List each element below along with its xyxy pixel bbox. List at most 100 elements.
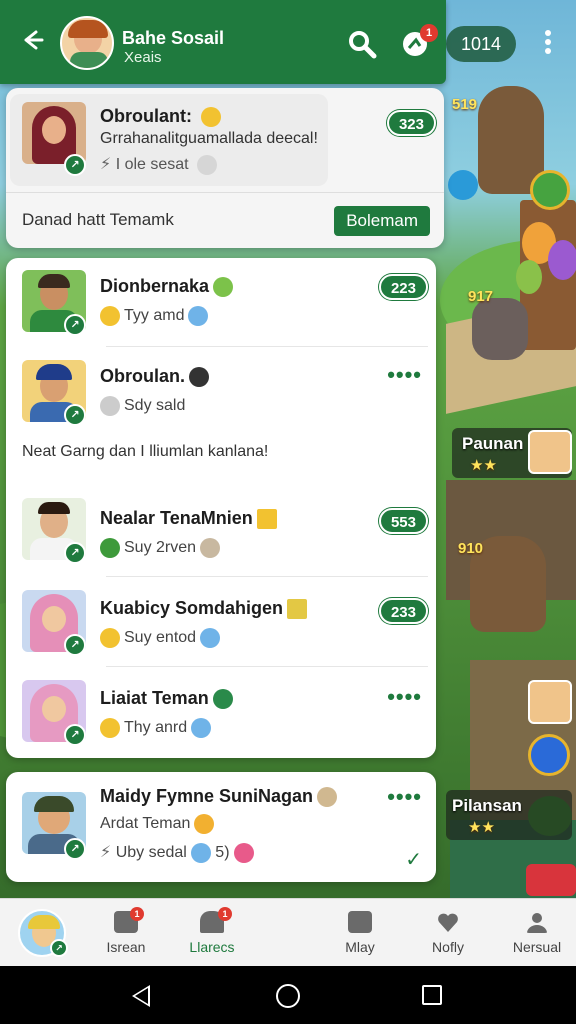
heart-icon (188, 306, 209, 326)
chat-list: ↗ Dionbernaka Tyy amd 223 ↗ Obroulan. Sd… (6, 258, 436, 758)
more-dots[interactable]: •••• (387, 684, 422, 710)
lightning-icon: ⚡ (100, 844, 112, 861)
divider (106, 576, 428, 577)
nav-nersual[interactable]: Nersual (506, 899, 568, 967)
online-badge-icon: ↗ (64, 838, 86, 860)
divider (106, 666, 428, 667)
profile-avatar[interactable] (60, 16, 114, 70)
chat-preview: Thy anrd (100, 718, 212, 738)
emoji-icon (317, 787, 338, 808)
search-icon (349, 31, 377, 59)
chat-name: Dionbernaka (100, 276, 234, 298)
chat-name: Maidy Fymne SuniNagan (100, 786, 338, 808)
game-label-1: Paunan (462, 434, 524, 453)
more-dots[interactable]: •••• (387, 362, 422, 388)
emoji-icon (100, 718, 120, 738)
pinned-message: Grrahanalitguamallada deecal! (100, 130, 318, 147)
heart-icon (190, 842, 211, 863)
nav-nofly[interactable]: Nofly (418, 899, 478, 967)
emoji-icon (233, 842, 254, 863)
nav-label: Llarecs (189, 939, 235, 955)
system-back-icon[interactable] (132, 985, 150, 1007)
star-icon (256, 509, 277, 530)
emoji-icon (287, 599, 308, 620)
more-dots[interactable]: •••• (387, 784, 422, 810)
game-score-low: 910 (458, 540, 484, 557)
system-navigation-bar (0, 966, 576, 1024)
nav-badge: 1 (218, 907, 232, 921)
emoji-icon (201, 107, 222, 128)
online-badge-icon: ↗ (50, 939, 68, 957)
coin-counter[interactable]: 1014 (446, 26, 516, 62)
pinned-action-button[interactable]: Bolemam (334, 206, 430, 236)
chat-message: Ardat Teman (100, 814, 215, 834)
list-item[interactable]: ↗ Dionbernaka Tyy amd 223 (6, 258, 436, 348)
unread-count: 553 (378, 508, 428, 534)
overflow-menu-button[interactable] (538, 28, 558, 60)
lightning-icon: ⚡ (100, 156, 112, 173)
emoji-icon (100, 396, 120, 416)
pinned-name: Obroulant: (100, 106, 222, 128)
person-icon (527, 913, 547, 933)
chat-preview: Tyy amd (100, 306, 209, 326)
nav-profile[interactable]: ↗ (14, 899, 70, 967)
emoji-icon (194, 814, 215, 834)
emoji-icon (197, 154, 218, 175)
chat-name: Liaiat Teman (100, 688, 233, 710)
nav-badge: 1 (130, 907, 144, 921)
messages-badge: 1 (420, 24, 438, 42)
emoji-icon (189, 367, 209, 388)
chat-header: Bahe Sosail Xeais 1 (0, 0, 446, 84)
chevron-down-icon[interactable]: ✓ (405, 847, 422, 872)
online-badge-icon: ↗ (64, 634, 86, 656)
nav-isrean[interactable]: 1 Isrean (96, 899, 156, 967)
game-label-2: Pilansan (452, 796, 522, 815)
back-button[interactable] (18, 26, 48, 56)
chat-preview: Sdy sald (100, 396, 185, 416)
unread-count: 223 (378, 274, 428, 300)
emoji-icon (100, 628, 120, 648)
emoji-icon (100, 306, 120, 326)
pinned-chat-card[interactable]: ↗ Obroulant: Grrahanalitguamallada deeca… (6, 88, 444, 248)
chat-line3: ⚡ Uby sedal 5) (100, 842, 254, 863)
unread-count: 233 (378, 598, 428, 624)
nav-llarecs[interactable]: 1 Llarecs (180, 899, 244, 967)
unread-count: 323 (386, 110, 436, 136)
chat-name: Nealar TenaMnien (100, 508, 277, 530)
online-badge-icon: ↗ (64, 542, 86, 564)
heart-icon (438, 913, 458, 932)
chat-preview: Suy entod (100, 628, 221, 648)
list-item[interactable]: ↗ Nealar TenaMnien Suy 2rven 553 (6, 486, 436, 576)
emoji-icon (212, 689, 233, 710)
system-recents-icon[interactable] (422, 985, 442, 1005)
game-stars-1: ★★ (470, 457, 497, 474)
nav-label: Isrean (106, 939, 146, 955)
search-button[interactable] (346, 28, 378, 60)
heart-icon (191, 718, 212, 738)
online-badge-icon: ↗ (64, 314, 86, 336)
pinned-footer-text: Danad hatt Temamk (22, 210, 174, 229)
chat-name: Kuabicy Somdahigen (100, 598, 308, 620)
arrow-left-icon (24, 30, 44, 50)
messages-button[interactable]: 1 (400, 24, 438, 60)
nav-label: Nersual (512, 939, 562, 955)
system-home-icon[interactable] (276, 984, 300, 1008)
nav-mlay[interactable]: Mlay (320, 899, 400, 967)
online-badge-icon: ↗ (64, 404, 86, 426)
game-score-top: 519 (452, 96, 478, 113)
nav-label: Nofly (432, 939, 464, 955)
list-item[interactable]: ↗ Liaiat Teman Thy anrd •••• (6, 668, 436, 758)
chat-name: Obroulan. (100, 366, 209, 388)
pinned-line3: ⚡ I ole sesat (100, 154, 218, 175)
emoji-icon (100, 538, 120, 558)
more-vertical-icon (545, 30, 551, 54)
game-score-mid: 917 (468, 288, 494, 305)
chat-card-expanded[interactable]: ↗ Maidy Fymne SuniNagan Ardat Teman ⚡ Ub… (6, 772, 436, 882)
chat-preview: Suy 2rven (100, 538, 221, 558)
list-item[interactable]: ↗ Kuabicy Somdahigen Suy entod 233 (6, 578, 436, 668)
system-note: Neat Garng dan I lliumlan kanlana! (22, 443, 269, 460)
divider (106, 346, 428, 347)
game-icon (348, 911, 372, 933)
header-title: Bahe Sosail (122, 28, 225, 48)
list-item[interactable]: ↗ Obroulan. Sdy sald •••• (6, 348, 436, 438)
